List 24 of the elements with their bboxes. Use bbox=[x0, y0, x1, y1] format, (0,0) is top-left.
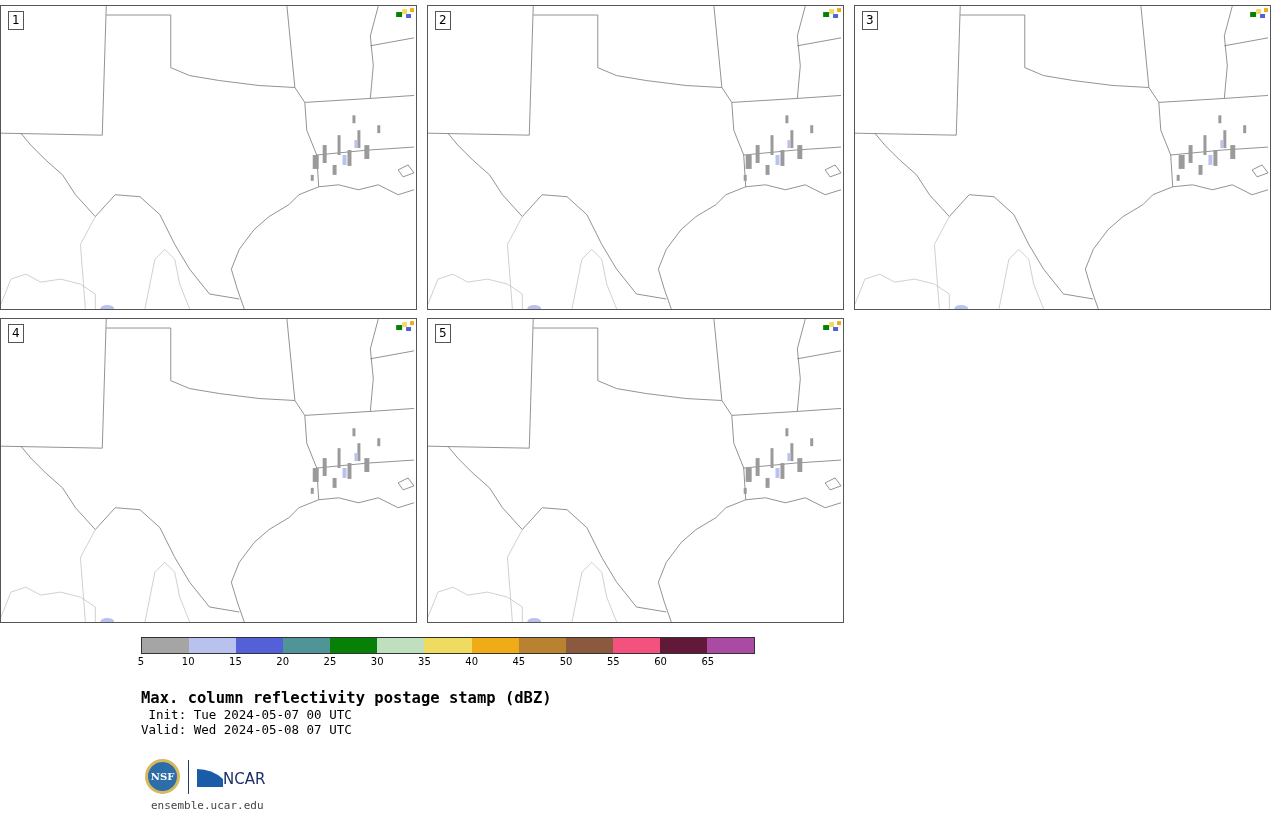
tick-label: 25 bbox=[323, 656, 337, 668]
panel-number: 3 bbox=[862, 11, 878, 30]
panel-number: 4 bbox=[8, 324, 24, 343]
tick-label: 40 bbox=[465, 656, 478, 668]
tick-label: 10 bbox=[181, 656, 195, 668]
seal-logo: NSF bbox=[145, 759, 180, 794]
valid-time: Valid: Wed 2024-05-08 07 UTC bbox=[141, 722, 353, 737]
ncar-logo: NCAR bbox=[197, 766, 266, 787]
tick-label: 65 bbox=[701, 656, 715, 668]
panel-number: 5 bbox=[435, 324, 451, 343]
tick-label: 60 bbox=[654, 656, 667, 668]
init-time: Init: Tue 2024-05-07 00 UTC bbox=[147, 708, 353, 722]
tick-label: 45 bbox=[512, 656, 526, 668]
tick-label: 5 bbox=[137, 656, 145, 668]
tick-label: 55 bbox=[607, 656, 620, 668]
site-url: ensemble.ucar.edu bbox=[151, 798, 265, 814]
panel-number: 1 bbox=[8, 11, 24, 30]
chart-title: Max. column reflectivity postage stamp (dBZ) bbox=[141, 689, 553, 708]
panel-number: 2 bbox=[435, 11, 451, 30]
tick-label: 35 bbox=[418, 656, 431, 668]
tick-label: 20 bbox=[276, 656, 290, 668]
tick-label: 15 bbox=[229, 656, 242, 668]
tick-label: 50 bbox=[559, 656, 573, 668]
tick-label: 30 bbox=[370, 656, 384, 668]
